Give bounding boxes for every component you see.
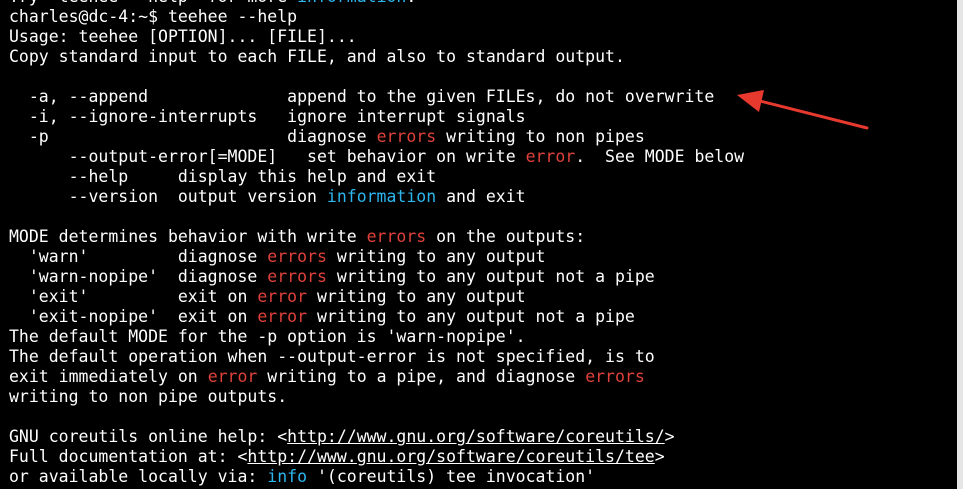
- text-segment: writing to any output: [307, 287, 526, 306]
- output-line: --version output version information and…: [9, 187, 744, 207]
- error-keyword: errors: [376, 127, 437, 146]
- output-line: Try 'teehee --help' for more information…: [9, 0, 744, 7]
- output-line: or available locally via: info '(coreuti…: [9, 467, 744, 487]
- text-segment: 'warn-nopipe' diagnose: [9, 267, 268, 286]
- text-segment: and exit: [436, 187, 526, 206]
- output-line: --output-error[=MODE] set behavior on wr…: [9, 147, 745, 167]
- error-keyword: error: [207, 367, 258, 386]
- text-segment: 'warn' diagnose: [9, 247, 268, 266]
- text-segment: or available locally via:: [9, 467, 268, 486]
- error-keyword: errors: [267, 267, 327, 286]
- text-segment: Usage: teehee [OPTION]... [FILE]...: [9, 27, 357, 46]
- output-line: exit immediately on error writing to a p…: [9, 367, 744, 387]
- text-segment: Try 'teehee --help' for more: [9, 0, 297, 6]
- output-line: --help display this help and exit: [9, 167, 744, 187]
- text-segment: -p diagnose: [9, 127, 377, 146]
- text-segment: Full documentation at: <: [9, 447, 248, 466]
- text-segment: on the outputs:: [426, 227, 586, 246]
- text-segment: MODE determines behavior with write: [9, 227, 367, 246]
- text-segment: charles@dc-4:~$ teehee --help: [9, 7, 298, 26]
- url-link[interactable]: http://www.gnu.org/software/coreutils/te…: [247, 447, 654, 466]
- error-keyword: errors: [585, 367, 645, 386]
- text-segment: writing to any output not a pipe: [307, 307, 635, 326]
- output-line: MODE determines behavior with write erro…: [9, 227, 744, 247]
- text-segment: >: [654, 447, 665, 466]
- output-line: -a, --append append to the given FILEs, …: [9, 87, 744, 107]
- text-segment: The default MODE for the -p option is 'w…: [9, 327, 526, 346]
- scrollbar[interactable]: [957, 0, 963, 489]
- text-segment: writing to any output not a pipe: [326, 267, 655, 286]
- text-segment: >: [664, 427, 675, 446]
- text-segment: exit immediately on: [9, 367, 208, 386]
- output-line: Copy standard input to each FILE, and al…: [9, 47, 744, 67]
- output-line: 'exit-nopipe' exit on error writing to a…: [9, 307, 744, 327]
- text-segment: The default operation when --output-erro…: [9, 347, 655, 366]
- information-keyword: information: [297, 0, 406, 6]
- text-segment: '(coreutils) tee invocation': [307, 467, 596, 486]
- text-segment: writing to non pipes: [436, 127, 645, 146]
- error-keyword: error: [525, 147, 576, 166]
- text-segment: 'exit' exit on: [9, 287, 258, 306]
- command-prompt-line: charles@dc-4:~$ teehee --help: [9, 7, 744, 27]
- output-line: -i, --ignore-interrupts ignore interrupt…: [9, 107, 744, 127]
- terminal-window[interactable]: Try 'teehee --help' for more information…: [0, 0, 963, 489]
- output-line: 'warn-nopipe' diagnose errors writing to…: [9, 267, 744, 287]
- annotation-arrow-shaft: [758, 99, 869, 130]
- output-line: Full documentation at: <http://www.gnu.o…: [9, 447, 744, 467]
- information-keyword: information: [326, 187, 437, 206]
- text-segment: GNU coreutils online help: <: [9, 427, 288, 446]
- text-segment: writing to non pipe outputs.: [9, 387, 288, 406]
- text-segment: .: [406, 0, 416, 6]
- scrollbar-thumb[interactable]: [957, 0, 963, 489]
- error-keyword: error: [257, 307, 308, 326]
- error-keyword: errors: [366, 227, 427, 246]
- text-segment: 'exit-nopipe' exit on: [9, 307, 258, 326]
- terminal-output: Try 'teehee --help' for more information…: [9, 0, 744, 487]
- output-line: 'exit' exit on error writing to any outp…: [9, 287, 744, 307]
- output-line: 'warn' diagnose errors writing to any ou…: [9, 247, 744, 267]
- output-line: -p diagnose errors writing to non pipes: [9, 127, 744, 147]
- error-keyword: errors: [267, 247, 327, 266]
- text-segment: -a, --append append to the given FILEs, …: [9, 87, 715, 106]
- text-segment: . See MODE below: [575, 147, 745, 166]
- text-segment: Copy standard input to each FILE, and al…: [9, 47, 625, 66]
- text-segment: --version output version: [9, 187, 327, 206]
- text-segment: writing to a pipe, and diagnose: [257, 367, 586, 386]
- text-segment: -i, --ignore-interrupts ignore interrupt…: [9, 107, 526, 126]
- error-keyword: error: [257, 287, 308, 306]
- text-segment: --help display this help and exit: [9, 167, 437, 186]
- output-line: GNU coreutils online help: <http://www.g…: [9, 427, 744, 447]
- output-line: Usage: teehee [OPTION]... [FILE]...: [9, 27, 744, 47]
- text-segment: writing to any output: [326, 247, 546, 266]
- output-line: The default operation when --output-erro…: [9, 347, 744, 367]
- output-line: writing to non pipe outputs.: [9, 387, 744, 407]
- information-keyword: info: [267, 467, 308, 486]
- output-line: The default MODE for the -p option is 'w…: [9, 327, 744, 347]
- url-link[interactable]: http://www.gnu.org/software/coreutils/: [287, 427, 665, 446]
- text-segment: --output-error[=MODE] set behavior on wr…: [9, 147, 526, 166]
